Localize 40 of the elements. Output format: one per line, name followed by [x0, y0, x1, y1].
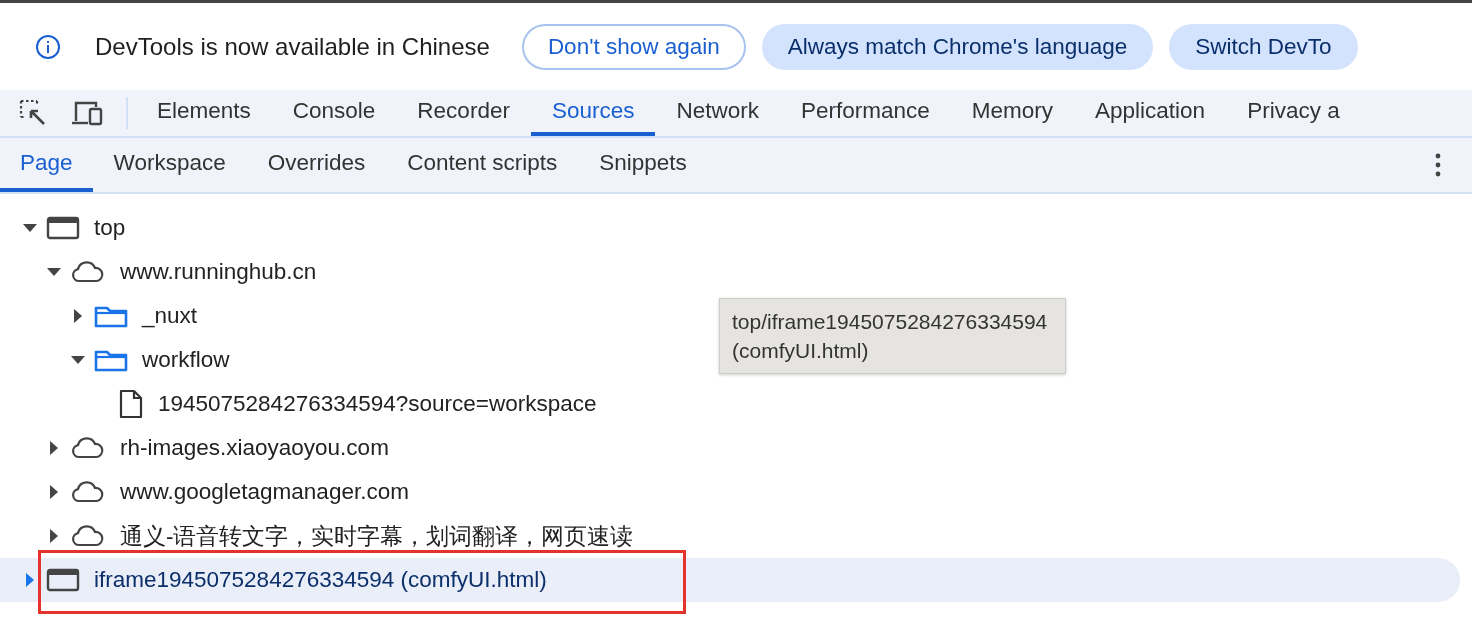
- cloud-icon: [70, 524, 106, 548]
- infobar-button[interactable]: Always match Chrome's language: [761, 23, 1154, 70]
- tree-item[interactable]: www.googletagmanager.com: [120, 479, 409, 505]
- device-icon[interactable]: [70, 99, 104, 127]
- tab[interactable]: Workspace: [92, 138, 247, 192]
- frame-icon: [46, 216, 80, 240]
- tree-item[interactable]: 通义-语音转文字，实时字幕，划词翻译，网页速读: [120, 520, 634, 552]
- tab[interactable]: Network: [655, 90, 780, 136]
- tree-item[interactable]: rh-images.xiaoyaoyou.com: [120, 435, 389, 461]
- frame-icon: [46, 568, 80, 592]
- cloud-icon: [70, 436, 106, 460]
- tree-item[interactable]: _nuxt: [142, 303, 198, 329]
- folder-icon: [94, 304, 128, 328]
- infobar-button[interactable]: Switch DevTo: [1169, 23, 1358, 70]
- info-message: DevTools is now available in Chinese: [95, 32, 490, 61]
- tree-item[interactable]: iframe1945075284276334594 (comfyUI.html): [94, 567, 547, 593]
- tab[interactable]: Recorder: [396, 90, 531, 136]
- tree-item[interactable]: www.runninghub.cn: [120, 259, 317, 285]
- tab[interactable]: Console: [271, 90, 397, 136]
- tab[interactable]: Content scripts: [386, 138, 579, 192]
- tab[interactable]: Snippets: [578, 138, 708, 192]
- tab[interactable]: Page: [0, 138, 93, 192]
- tab[interactable]: Performance: [780, 90, 951, 136]
- cloud-icon: [70, 260, 106, 284]
- tab[interactable]: Privacy a: [1226, 90, 1361, 136]
- tooltip-text: top/iframe1945075284276334594: [732, 309, 1048, 335]
- cloud-icon: [70, 480, 106, 504]
- info-icon: [35, 33, 61, 60]
- tree-item[interactable]: 1945075284276334594?source=workspace: [158, 391, 597, 417]
- tree-item[interactable]: workflow: [142, 347, 230, 373]
- more-menu-icon[interactable]: [1433, 152, 1443, 178]
- tab[interactable]: Elements: [136, 90, 272, 136]
- tooltip-text: (comfyUI.html): [732, 338, 870, 364]
- tree-item[interactable]: top: [94, 215, 126, 241]
- tab[interactable]: Overrides: [246, 138, 387, 192]
- file-icon: [118, 389, 144, 419]
- infobar-button[interactable]: Don't show again: [521, 23, 746, 70]
- tab[interactable]: Memory: [950, 90, 1075, 136]
- folder-icon: [94, 348, 128, 372]
- tab[interactable]: Application: [1074, 90, 1227, 136]
